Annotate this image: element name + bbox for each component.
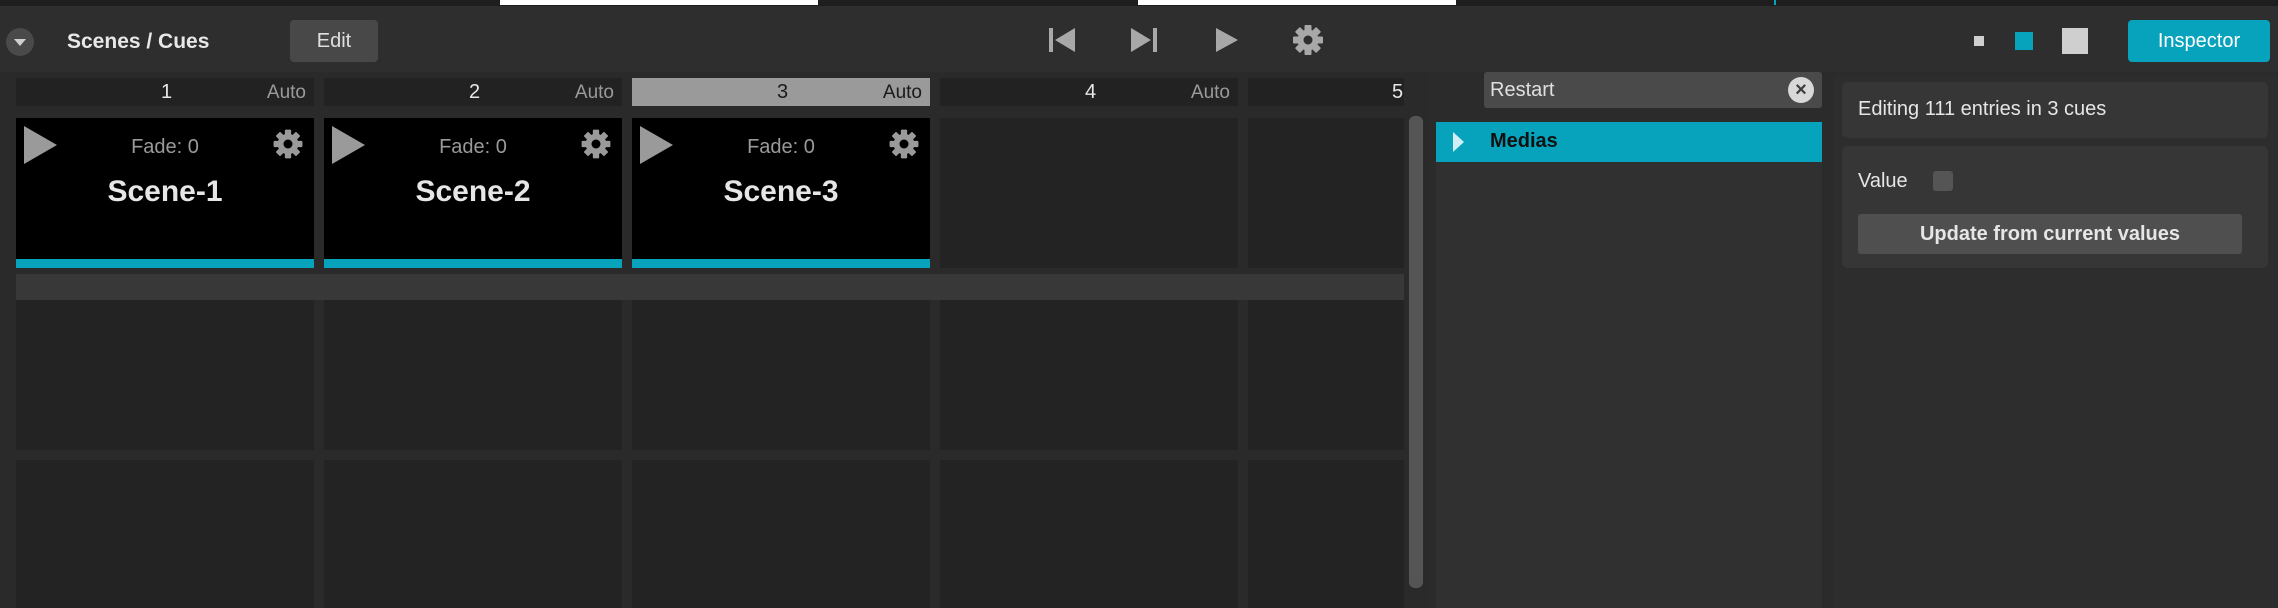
inspector-value-box: Value Update from current values [1842,146,2268,268]
clear-search-icon[interactable]: × [1788,77,1814,103]
empty-cue-slot[interactable] [1248,460,1404,608]
strip-marker [1774,0,1776,5]
page-title: Scenes / Cues [67,30,210,53]
search-field[interactable]: Restart × [1484,72,1822,108]
cue-name: Scene-3 [723,175,839,208]
empty-cue-slot[interactable] [1248,118,1404,268]
column-mode: Auto [574,82,614,103]
value-label: Value [1858,170,1908,192]
row-separator [16,274,1404,300]
cue-tile-scene-1[interactable]: Fade: 0 Scene-1 [16,118,314,268]
cue-name: Scene-2 [415,175,531,208]
strip-segment [1138,0,1456,5]
medium-square-icon[interactable] [2015,32,2033,50]
column-header-4[interactable]: 4 Auto [940,78,1238,106]
column-number: 5 [1392,81,1404,103]
column-number: 1 [161,81,173,103]
toolbar: Scenes / Cues Edit Inspector [0,6,2278,72]
settings-gear-icon[interactable] [1288,20,1328,60]
value-checkbox[interactable] [1933,171,1953,191]
column-number: 4 [1085,81,1097,103]
cue-progress-bar [324,259,622,268]
filter-item-medias[interactable]: Medias [1436,122,1822,162]
column-number: 2 [469,81,481,103]
cue-name: Scene-1 [107,175,223,208]
empty-cue-slot[interactable] [940,300,1238,450]
column-mode: Auto [266,82,306,103]
empty-cue-slot[interactable] [16,460,314,608]
gear-icon[interactable] [886,126,922,162]
grid-scrollbar[interactable] [1409,116,1423,588]
empty-cue-slot[interactable] [940,460,1238,608]
strip-segment [500,0,818,5]
empty-cue-slot[interactable] [632,460,930,608]
cue-tile-scene-3[interactable]: Fade: 0 Scene-3 [632,118,930,268]
gear-icon[interactable] [270,126,306,162]
empty-cue-slot[interactable] [16,300,314,450]
dropdown-menu-button[interactable] [6,28,34,56]
inspector-summary: Editing 111 entries in 3 cues [1858,98,2107,120]
column-mode: Auto [882,82,922,103]
empty-cue-slot[interactable] [324,460,622,608]
empty-cue-slot[interactable] [1248,300,1404,450]
column-number: 3 [777,81,789,103]
skip-to-start-icon[interactable] [1042,20,1082,60]
cue-tile-scene-2[interactable]: Fade: 0 Scene-2 [324,118,622,268]
filter-item-label: Medias [1490,130,1558,152]
cue-progress-bar [632,259,930,268]
large-square-icon[interactable] [2062,28,2088,54]
column-mode: Auto [1190,82,1230,103]
inspector-button[interactable]: Inspector [2128,20,2270,62]
play-icon[interactable] [1206,20,1246,60]
inspector-panel: Editing 111 entries in 3 cues Value Upda… [1834,76,2278,608]
search-input-value: Restart [1490,79,1555,101]
next-cue-icon[interactable] [1124,20,1164,60]
inspector-summary-box: Editing 111 entries in 3 cues [1842,82,2268,138]
expand-arrow-icon[interactable] [1453,132,1464,152]
column-header-2[interactable]: 2 Auto [324,78,622,106]
cue-progress-bar [16,259,314,268]
filter-list: Medias [1436,122,1822,608]
column-header-3[interactable]: 3 Auto [632,78,930,106]
column-header-1[interactable]: 1 Auto [16,78,314,106]
column-header-5[interactable]: 5 [1248,78,1404,106]
update-from-current-values-button[interactable]: Update from current values [1858,214,2242,254]
gear-icon[interactable] [578,126,614,162]
small-square-icon[interactable] [1974,36,1984,46]
empty-cue-slot[interactable] [632,300,930,450]
empty-cue-slot[interactable] [940,118,1238,268]
empty-cue-slot[interactable] [324,300,622,450]
edit-button[interactable]: Edit [290,20,378,62]
